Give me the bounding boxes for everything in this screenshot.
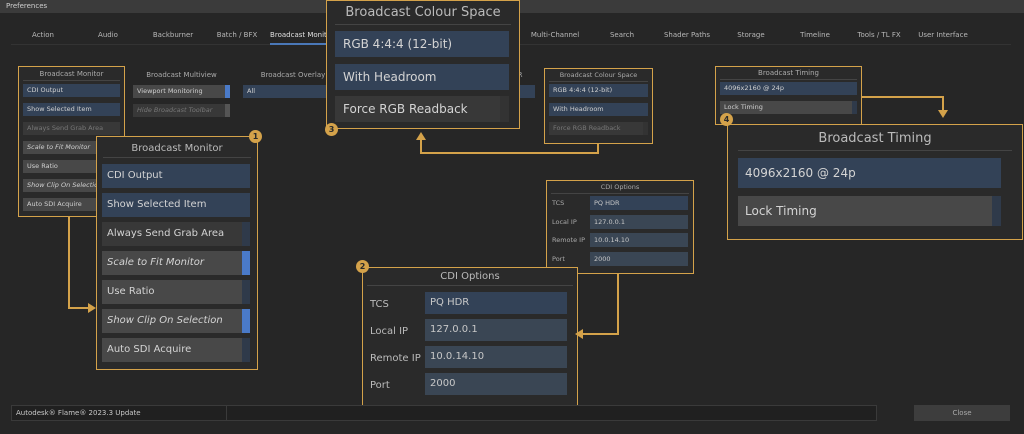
arrowhead-1 xyxy=(88,303,96,313)
version-text: Autodesk® Flame® 2023.3 Update xyxy=(16,409,141,417)
arrowhead-3 xyxy=(416,132,426,140)
arrow-4 xyxy=(862,96,944,112)
callout-arrows xyxy=(68,96,948,339)
close-button[interactable]: Close xyxy=(914,405,1010,421)
arrow-3 xyxy=(420,138,599,154)
arrow-1 xyxy=(68,217,90,309)
status-divider xyxy=(226,406,227,420)
arrowhead-2 xyxy=(575,329,583,339)
status-field: Autodesk® Flame® 2023.3 Update xyxy=(11,405,877,421)
arrow-2 xyxy=(582,274,619,335)
arrowhead-4 xyxy=(938,110,948,118)
